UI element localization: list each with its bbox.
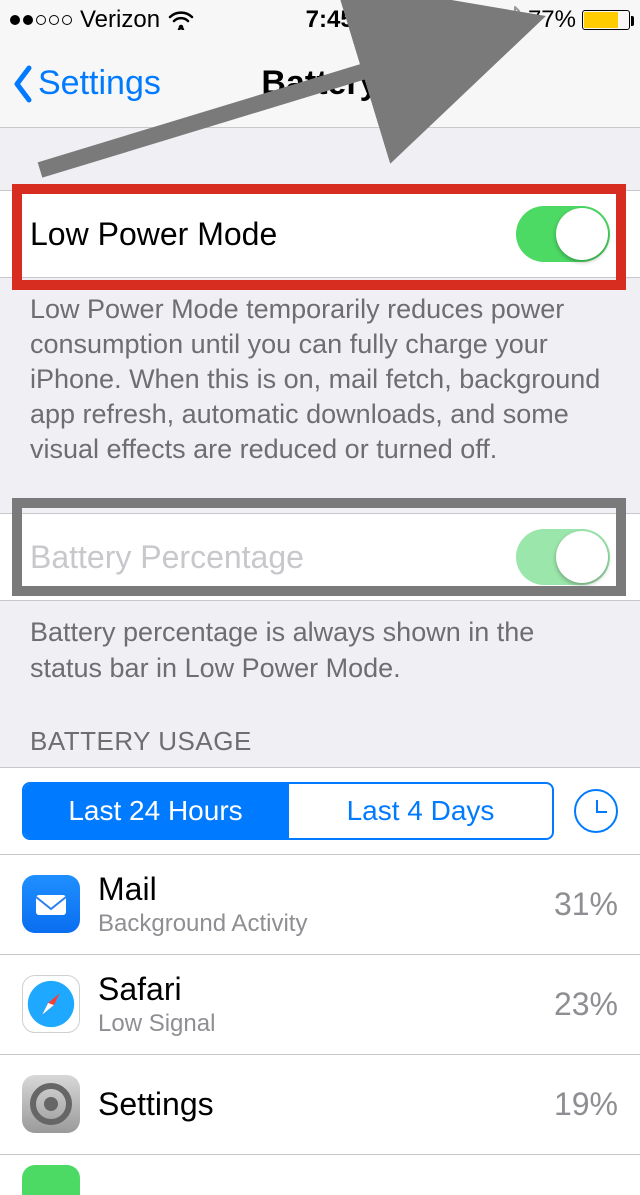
usage-row-partial[interactable]	[0, 1154, 640, 1195]
annotation-arrow	[0, 0, 640, 200]
usage-segmented-row: Last 24 Hours Last 4 Days	[0, 767, 640, 854]
usage-row-mail[interactable]: Mail Background Activity 31%	[0, 854, 640, 954]
app-sub: Low Signal	[98, 1010, 536, 1038]
seg-last-24-hours[interactable]: Last 24 Hours	[24, 784, 287, 838]
app-name: Safari	[98, 971, 536, 1008]
app-name: Settings	[98, 1086, 536, 1123]
low-power-mode-label: Low Power Mode	[30, 216, 277, 253]
mail-app-icon	[22, 875, 80, 933]
safari-app-icon	[22, 975, 80, 1033]
app-pct: 31%	[554, 886, 618, 923]
battery-percentage-footer: Battery percentage is always shown in th…	[0, 601, 640, 685]
app-pct: 19%	[554, 1086, 618, 1123]
low-power-mode-switch[interactable]	[516, 206, 610, 262]
time-range-segmented: Last 24 Hours Last 4 Days	[22, 782, 554, 840]
low-power-mode-footer: Low Power Mode temporarily reduces power…	[0, 278, 640, 467]
app-pct: 23%	[554, 986, 618, 1023]
app-name: Mail	[98, 871, 536, 908]
settings-app-icon	[22, 1075, 80, 1133]
low-power-mode-cell[interactable]: Low Power Mode	[0, 190, 640, 278]
clock-icon-button[interactable]	[574, 789, 618, 833]
app-icon-green	[22, 1165, 80, 1195]
usage-row-safari[interactable]: Safari Low Signal 23%	[0, 954, 640, 1054]
app-sub: Background Activity	[98, 910, 536, 938]
battery-usage-header: BATTERY USAGE	[0, 686, 640, 767]
usage-row-settings[interactable]: Settings 19%	[0, 1054, 640, 1154]
battery-percentage-row-label: Battery Percentage	[30, 539, 304, 576]
battery-percentage-switch[interactable]	[516, 529, 610, 585]
seg-last-4-days[interactable]: Last 4 Days	[287, 784, 552, 838]
battery-percentage-cell[interactable]: Battery Percentage	[0, 513, 640, 601]
